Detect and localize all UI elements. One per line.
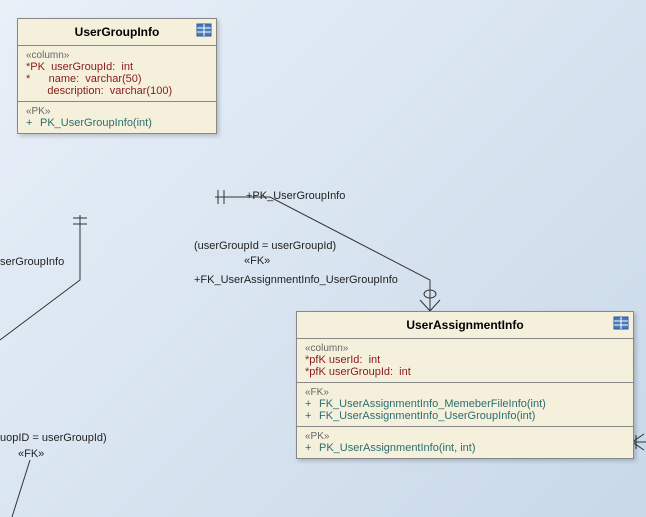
fk-section: «FK» +FK_UserAssignmentInfo_MemeberFileI… [297, 383, 633, 427]
columns-section: «column» *PK userGroupId: int * name: va… [18, 46, 216, 102]
column-stereotype: «column» [305, 343, 625, 354]
entity-header: UserGroupInfo [18, 19, 216, 46]
table-icon [613, 316, 629, 330]
partial-left-label: serGroupInfo [0, 256, 64, 268]
pk-stereotype: «PK» [26, 106, 208, 117]
association-fk-stereo: «FK» [244, 255, 270, 267]
bottom-join-label: uopID = userGroupId) [0, 432, 107, 444]
fk-stereotype: «FK» [305, 387, 625, 398]
entity-userassignmentinfo[interactable]: UserAssignmentInfo «column» *pfK userId:… [296, 311, 634, 459]
bottom-fk-stereo: «FK» [18, 448, 44, 460]
entity-header: UserAssignmentInfo [297, 312, 633, 339]
table-icon [196, 23, 212, 37]
pk-stereotype: «PK» [305, 431, 625, 442]
association-join-label: (userGroupId = userGroupId) [194, 240, 336, 252]
entity-title: UserGroupInfo [75, 25, 160, 39]
column-row: * name: varchar(50) [26, 73, 208, 85]
association-pk-label: +PK_UserGroupInfo [246, 190, 345, 202]
column-row: *pfK userGroupId: int [305, 366, 625, 378]
column-stereotype: «column» [26, 50, 208, 61]
entity-usergroupinfo[interactable]: UserGroupInfo «column» *PK userGroupId: … [17, 18, 217, 134]
pk-section: «PK» +PK_UserAssignmentInfo(int, int) [297, 427, 633, 458]
pk-key: +PK_UserAssignmentInfo(int, int) [305, 442, 625, 454]
pk-key: +PK_UserGroupInfo(int) [26, 117, 208, 129]
columns-section: «column» *pfK userId: int *pfK userGroup… [297, 339, 633, 383]
association-fk-label: +FK_UserAssignmentInfo_UserGroupInfo [194, 274, 398, 286]
pk-section: «PK» +PK_UserGroupInfo(int) [18, 102, 216, 133]
column-row: description: varchar(100) [26, 85, 208, 97]
column-row: *PK userGroupId: int [26, 61, 208, 73]
fk-key: +FK_UserAssignmentInfo_UserGroupInfo(int… [305, 410, 625, 422]
fk-key: +FK_UserAssignmentInfo_MemeberFileInfo(i… [305, 398, 625, 410]
entity-title: UserAssignmentInfo [406, 318, 523, 332]
column-row: *pfK userId: int [305, 354, 625, 366]
